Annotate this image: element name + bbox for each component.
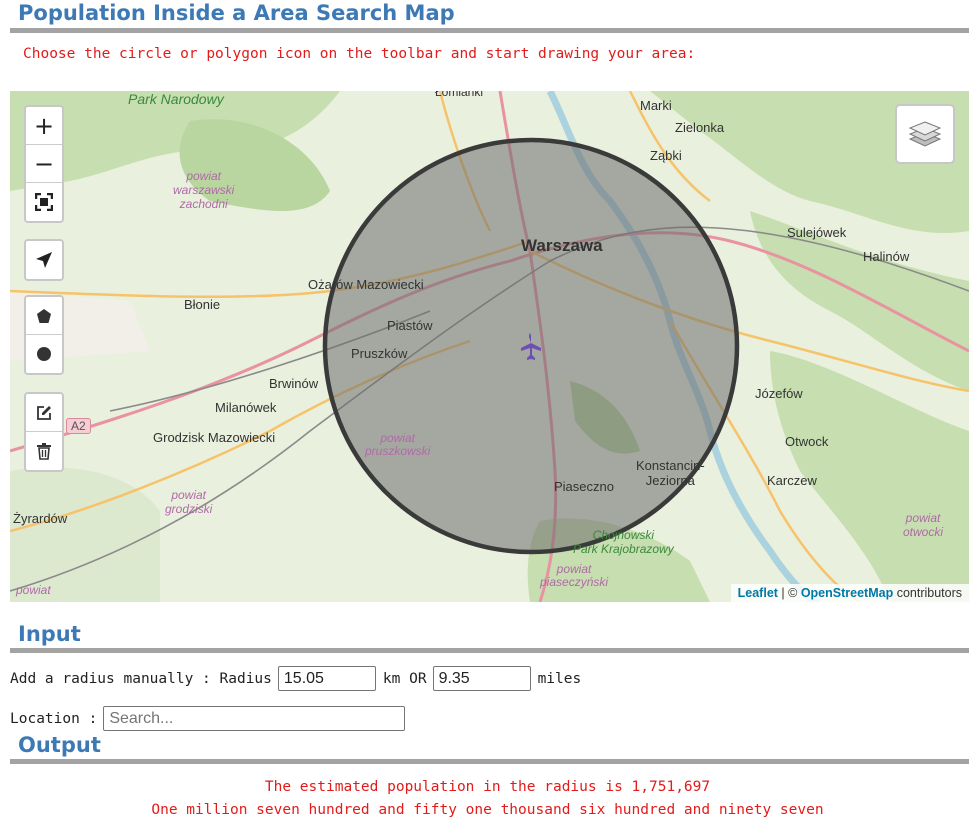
location-row: Location : Search... [10,706,406,731]
location-label: Location : [10,710,98,727]
circle-icon [37,347,51,361]
draw-circle-button[interactable] [26,335,62,373]
radius-km-input[interactable]: 15.05 [277,666,376,691]
label-blonie: Błonie [184,297,221,312]
radius-label: Add a radius manually : Radius [10,670,272,687]
label-brwinow: Brwinów [269,376,319,391]
page-title: Population Inside a Area Search Map [18,1,455,25]
openstreetmap-link[interactable]: OpenStreetMap [801,586,893,600]
output-heading: Output [18,733,101,757]
label-ozarow: Ożarów Mazowiecki [308,277,424,292]
radius-row: Add a radius manually : Radius 15.05 km … [10,666,581,691]
label-powiat-warszawski-zachodni: powiat warszawski zachodni [173,169,235,211]
edit-icon [37,405,51,420]
label-powiat-piaseczynski: powiat piaseczyński [540,562,609,589]
radius-miles-input[interactable]: 9.35 [432,666,531,691]
population-estimate: The estimated population in the radius i… [264,779,711,795]
polygon-icon [37,308,51,323]
label-park-narodowy: Park Narodowy [128,91,224,107]
label-piastow: Piastów [387,318,433,333]
layers-icon [908,121,942,147]
label-pruszkow: Pruszków [351,346,408,361]
label-zabki: Ząbki [650,148,682,163]
draw-polygon-button[interactable] [26,297,62,335]
map-attribution: Leaflet | © OpenStreetMap contributors [730,584,969,602]
label-a2-highway: A2 [66,418,91,434]
title-divider [10,28,969,33]
draw-toolbar [24,295,64,375]
label-otwock: Otwock [785,434,829,449]
label-warszawa: Warszawa [521,236,603,255]
label-powiat-grodziski: powiat grodziski [165,488,213,516]
label-karczew: Karczew [767,473,817,488]
layers-control-button[interactable] [895,104,955,164]
attribution-separator: | © [777,586,801,600]
location-arrow-icon [36,252,52,268]
label-powiat-bottom: powiat [16,583,51,597]
edit-layers-button[interactable] [26,394,62,432]
location-search-input[interactable]: Search... [103,706,406,731]
label-jozefow: Józefów [755,386,803,401]
edit-toolbar [24,392,64,472]
fullscreen-button[interactable] [26,183,62,221]
fullscreen-icon [35,193,53,211]
zoom-control: + − [24,105,64,223]
zoom-out-button[interactable]: − [26,145,62,183]
label-zyrardow: Żyrardów [13,511,68,526]
map-tiles [10,91,969,602]
attribution-suffix: contributors [893,586,962,600]
locate-control [24,239,64,281]
instruction-text: Choose the circle or polygon icon on the… [23,46,696,62]
label-piaseczno: Piaseczno [554,479,614,494]
label-powiat-pruszkowski: powiat pruszkowski [365,431,431,458]
label-grodzisk: Grodzisk Mazowiecki [153,430,276,445]
input-heading: Input [18,622,81,646]
zoom-in-button[interactable]: + [26,107,62,145]
label-konstancin: Konstancin- Jeziorna [636,458,705,488]
output-divider [10,759,969,764]
input-divider [10,648,969,653]
label-zielonka: Zielonka [675,120,725,135]
label-powiat-otwocki: powiat otwocki [903,511,944,539]
label-marki: Marki [640,98,672,113]
label-lomianki: Łomianki [435,91,484,99]
label-sulejowek: Sulejówek [787,225,847,240]
label-chojnowski: Chojnowski Park Krajobrazowy [573,528,674,556]
label-milanowek: Milanówek [215,400,277,415]
km-or-label: km OR [382,670,427,687]
locate-button[interactable] [26,241,62,279]
miles-label: miles [537,670,582,687]
label-halinow: Halinów [863,249,910,264]
population-in-words: One million seven hundred and fifty one … [151,802,824,818]
trash-icon [37,443,51,460]
map-container[interactable]: Park Narodowy Łomianki Marki Zielonka Zą… [10,91,969,602]
leaflet-link[interactable]: Leaflet [738,586,778,600]
delete-layers-button[interactable] [26,432,62,470]
